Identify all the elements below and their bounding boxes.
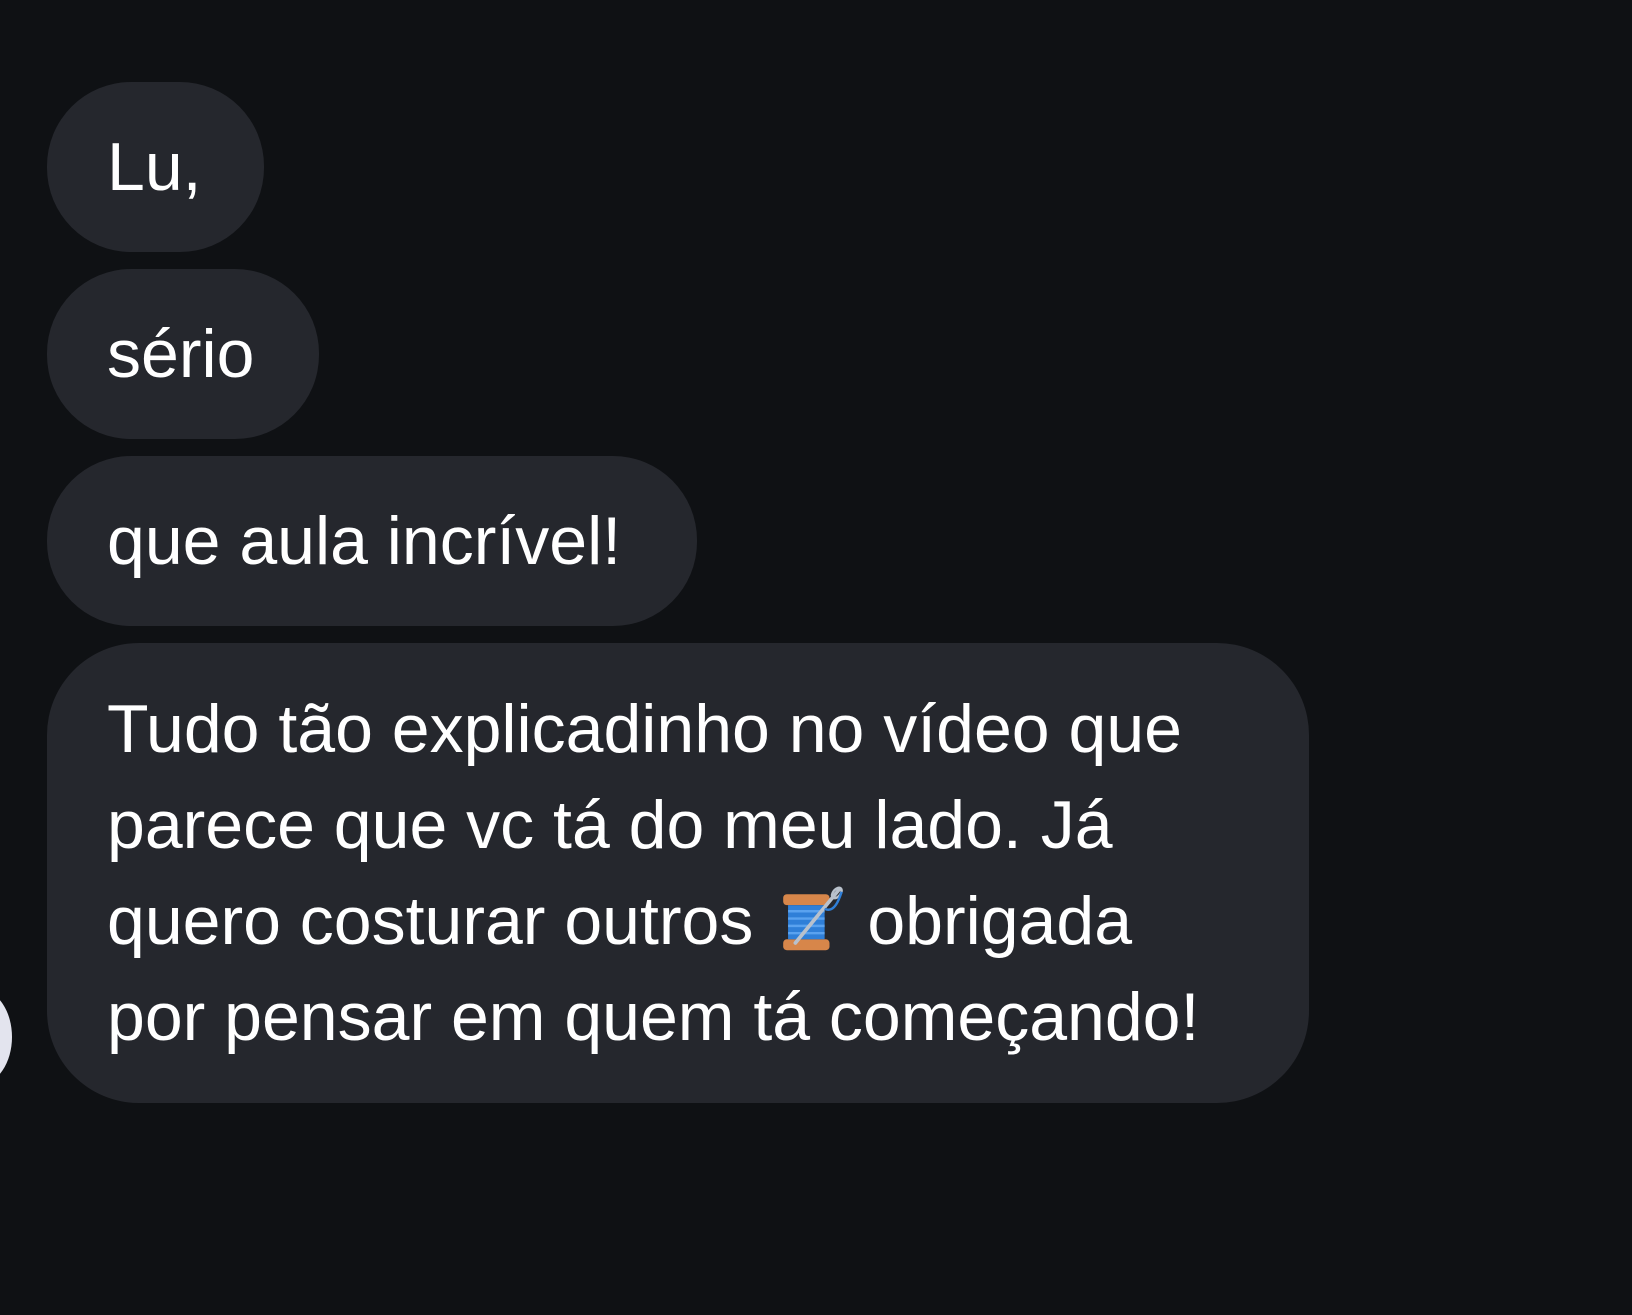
message-bubble[interactable]: Lu, (47, 82, 264, 252)
message-text-line: parece que vc tá do meu lado. Já (107, 787, 1113, 863)
message-text: que aula incrível! (107, 503, 622, 579)
spool-of-thread-icon (771, 882, 849, 960)
message-text-line: por pensar em quem tá começando! (107, 979, 1200, 1055)
message-bubble[interactable]: que aula incrível! (47, 456, 697, 626)
message-text-fragment: obrigada (867, 883, 1133, 959)
chat-thread: Lu, sério que aula incrível! Tudo tão ex… (0, 0, 1632, 1315)
message-text-line: quero costurar outros obrigada (107, 873, 1249, 969)
message-bubble[interactable]: Tudo tão explicadinho no vídeo que parec… (47, 643, 1309, 1103)
message-bubble[interactable]: sério (47, 269, 319, 439)
message-text: Lu, (107, 129, 202, 205)
sender-avatar[interactable] (0, 990, 12, 1084)
message-text-line: Tudo tão explicadinho no vídeo que (107, 691, 1182, 767)
message-text: sério (107, 316, 255, 392)
message-text-fragment: quero costurar outros (107, 883, 754, 959)
